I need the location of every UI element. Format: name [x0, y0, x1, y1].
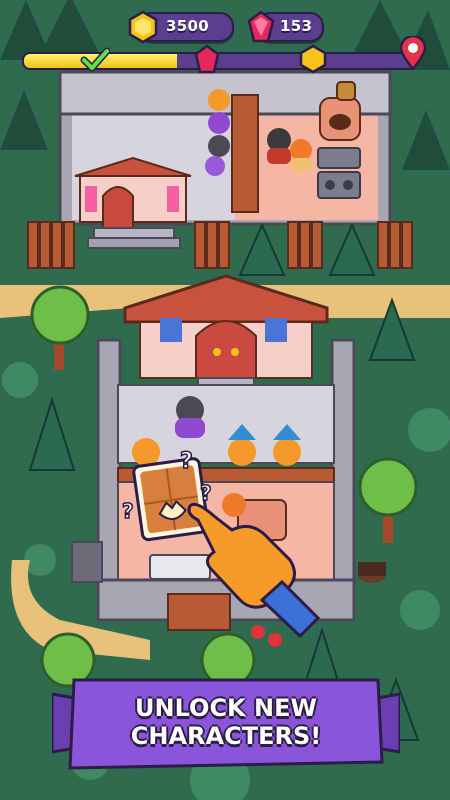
red-gem-icon: [247, 10, 275, 43]
check-icon: [80, 47, 110, 72]
coin-amount: 3500: [166, 17, 209, 35]
hexagon-coin-icon: [299, 44, 327, 74]
promo-text: UNLOCK NEW CHARACTERS!: [52, 694, 400, 750]
hexagon-coin-icon: [128, 10, 158, 44]
svg-text:?: ?: [122, 499, 134, 523]
game-screen: ? ? ? 3500 153 UNLOCK NEW CHARACTERS!: [0, 0, 450, 800]
promo-line-2: CHARACTERS!: [130, 722, 322, 750]
red-gem-icon: [194, 44, 220, 74]
promo-line-1: UNLOCK NEW: [135, 694, 317, 722]
svg-text:?: ?: [200, 481, 212, 505]
gem-counter: 153: [247, 10, 324, 43]
svg-text:?: ?: [180, 449, 193, 474]
map-pin-icon: [399, 36, 427, 70]
coin-counter: 3500: [128, 10, 234, 44]
promo-banner: UNLOCK NEW CHARACTERS!: [52, 676, 400, 782]
level-progress-bar: [22, 36, 428, 74]
gem-amount: 153: [280, 17, 313, 35]
